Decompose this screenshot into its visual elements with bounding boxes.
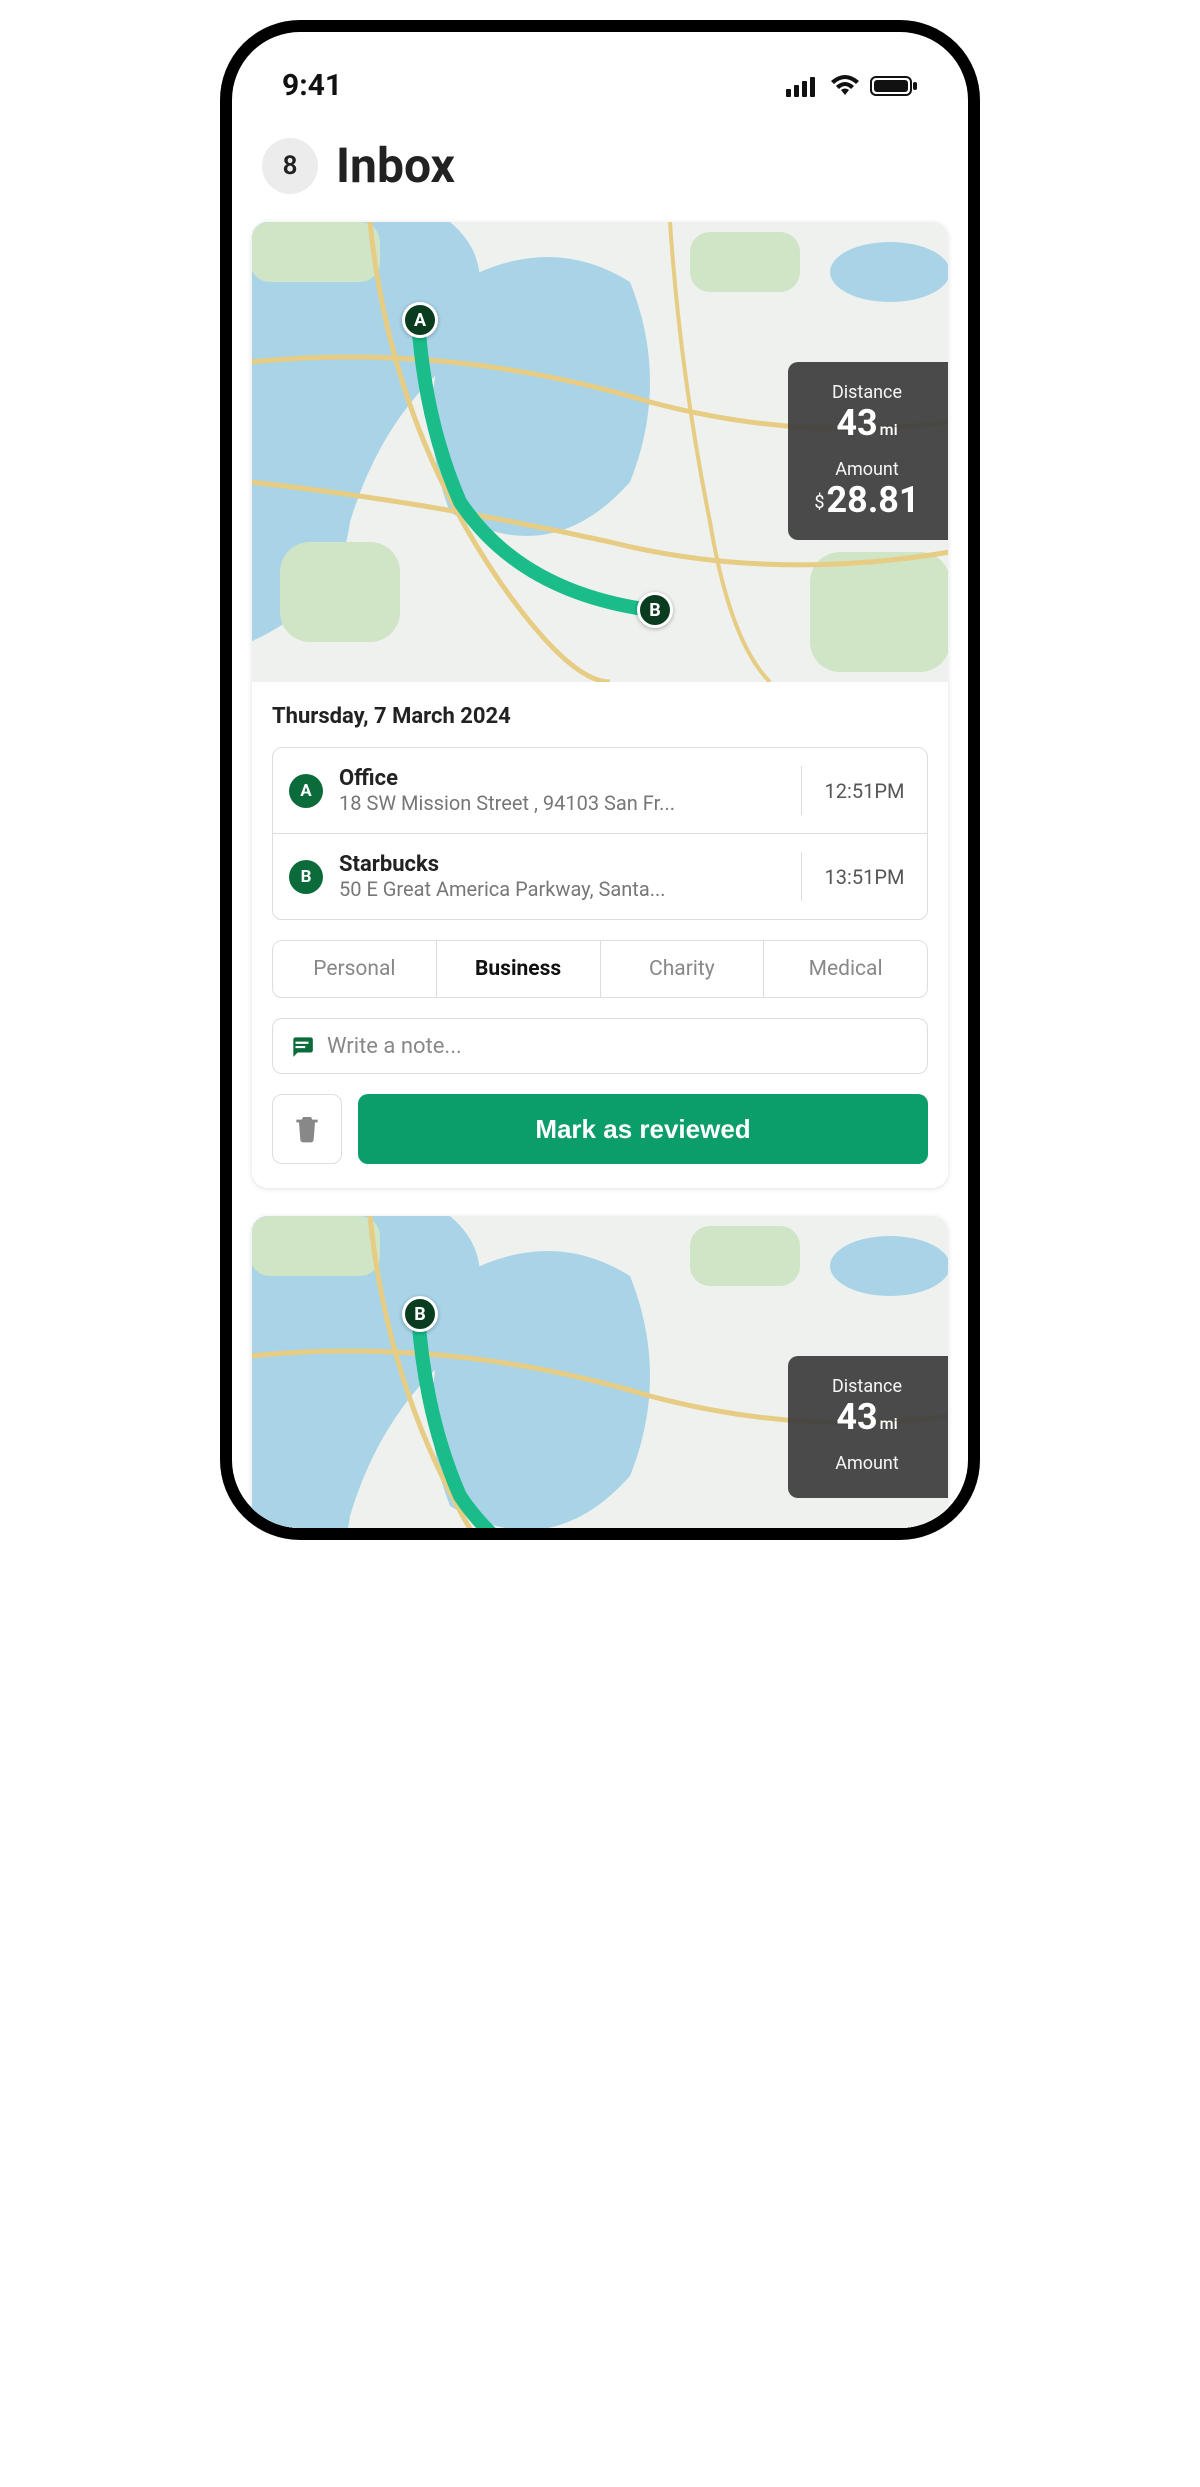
currency-symbol: $ [814, 492, 824, 513]
note-input[interactable] [327, 1034, 911, 1059]
stop-name: Starbucks [339, 852, 793, 877]
stop-row[interactable]: A Office 18 SW Mission Street , 94103 Sa… [273, 748, 927, 833]
mark-reviewed-button[interactable]: Mark as reviewed [358, 1094, 928, 1164]
distance-value: 43 [836, 402, 877, 444]
distance-label: Distance [812, 1376, 922, 1397]
stop-address: 18 SW Mission Street , 94103 San Fr... [339, 791, 793, 815]
delete-button[interactable] [272, 1094, 342, 1164]
cellular-icon [786, 75, 820, 97]
note-icon [289, 1033, 315, 1059]
trip-summary-overlay: Distance 43mi Amount $28.81 [788, 362, 948, 540]
trip-card: A B Distance 43mi Amount $28.81 Thursday… [252, 222, 948, 1188]
trip-summary-overlay: Distance 43mi Amount [788, 1356, 948, 1498]
map-pin-b: B [637, 592, 673, 628]
page-title: Inbox [336, 137, 455, 194]
tab-medical[interactable]: Medical [763, 941, 927, 997]
status-bar: 9:41 [252, 60, 948, 127]
amount-label: Amount [812, 1453, 922, 1474]
wifi-icon [830, 75, 860, 97]
note-field[interactable] [272, 1018, 928, 1074]
inbox-header: 8 Inbox [252, 127, 948, 222]
trip-date: Thursday, 7 March 2024 [272, 704, 928, 729]
stop-letter-badge: A [289, 774, 323, 808]
trip-card: B Distance 43mi Amount [252, 1216, 948, 1528]
distance-value: 43 [836, 1396, 877, 1438]
trip-map[interactable]: A B Distance 43mi Amount $28.81 [252, 222, 948, 682]
distance-unit: mi [880, 420, 898, 439]
tab-charity[interactable]: Charity [600, 941, 764, 997]
battery-icon [870, 75, 918, 97]
stop-row[interactable]: B Starbucks 50 E Great America Parkway, … [273, 833, 927, 919]
status-time: 9:41 [282, 68, 342, 103]
tab-business[interactable]: Business [436, 941, 600, 997]
distance-unit: mi [880, 1414, 898, 1433]
stop-name: Office [339, 766, 793, 791]
stop-address: 50 E Great America Parkway, Santa... [339, 877, 793, 901]
tab-personal[interactable]: Personal [273, 941, 436, 997]
trash-icon [291, 1113, 323, 1145]
stops-list: A Office 18 SW Mission Street , 94103 Sa… [272, 747, 928, 920]
stop-letter-badge: B [289, 860, 323, 894]
phone-frame: 9:41 8 Inbox [220, 20, 980, 1540]
distance-label: Distance [812, 382, 922, 403]
amount-label: Amount [812, 459, 922, 480]
inbox-count-badge: 8 [262, 138, 318, 194]
map-pin-b: B [402, 1296, 438, 1332]
stop-time: 12:51PM [801, 766, 911, 815]
map-pin-a: A [402, 302, 438, 338]
amount-value: 28.81 [827, 479, 920, 521]
category-tabs: Personal Business Charity Medical [272, 940, 928, 998]
stop-time: 13:51PM [801, 852, 911, 901]
trip-map[interactable]: B Distance 43mi Amount [252, 1216, 948, 1528]
